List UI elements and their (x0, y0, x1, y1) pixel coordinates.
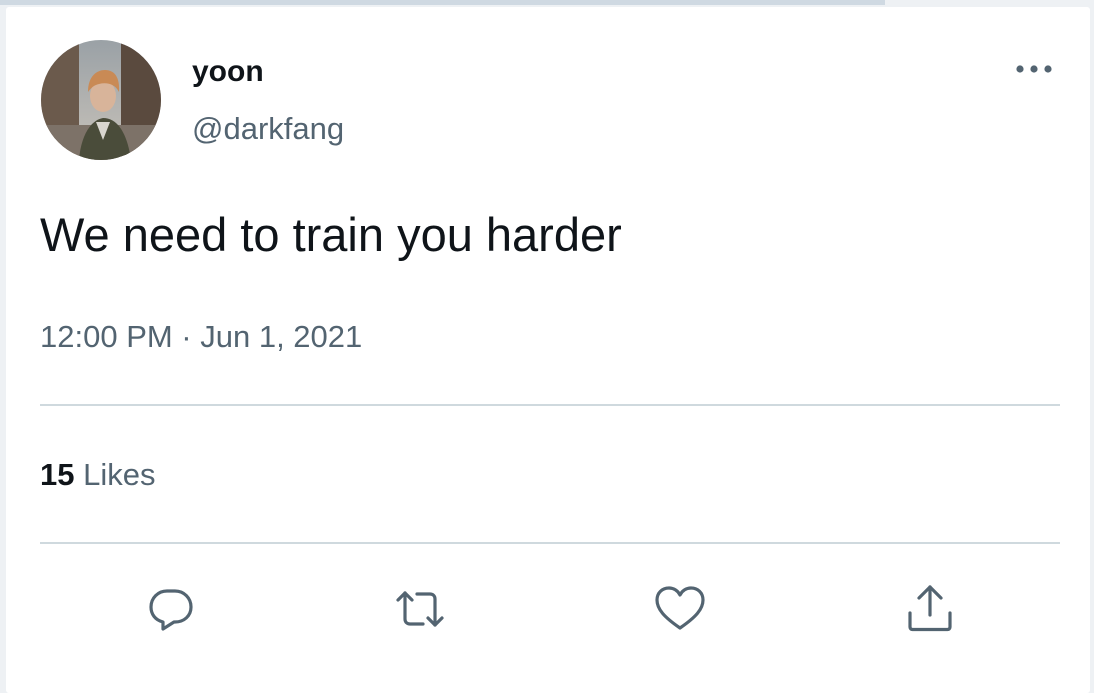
avatar-image (41, 40, 161, 160)
likes-label: Likes (83, 457, 156, 492)
share-button[interactable] (902, 581, 958, 637)
divider (40, 542, 1060, 544)
heart-icon (655, 586, 705, 630)
more-horizontal-icon[interactable] (1012, 59, 1056, 79)
reply-icon (149, 589, 193, 631)
author-handle[interactable]: @darkfang (192, 111, 344, 147)
tweet-timestamp[interactable]: 12:00 PM · Jun 1, 2021 (40, 318, 362, 356)
top-strip (0, 0, 885, 5)
likes-count[interactable]: 15 Likes (40, 456, 155, 494)
share-icon (908, 585, 952, 632)
retweet-icon (396, 591, 444, 627)
divider (40, 404, 1060, 406)
tweet-text: We need to train you harder (40, 208, 622, 261)
reply-button[interactable] (143, 581, 199, 637)
author-display-name[interactable]: yoon (192, 55, 264, 89)
page: yoon @darkfang We need to train you hard… (0, 0, 1094, 693)
tweet-card: yoon @darkfang We need to train you hard… (6, 7, 1090, 693)
like-button[interactable] (652, 581, 708, 637)
likes-number: 15 (40, 457, 75, 492)
avatar[interactable] (41, 40, 161, 160)
retweet-button[interactable] (392, 581, 448, 637)
